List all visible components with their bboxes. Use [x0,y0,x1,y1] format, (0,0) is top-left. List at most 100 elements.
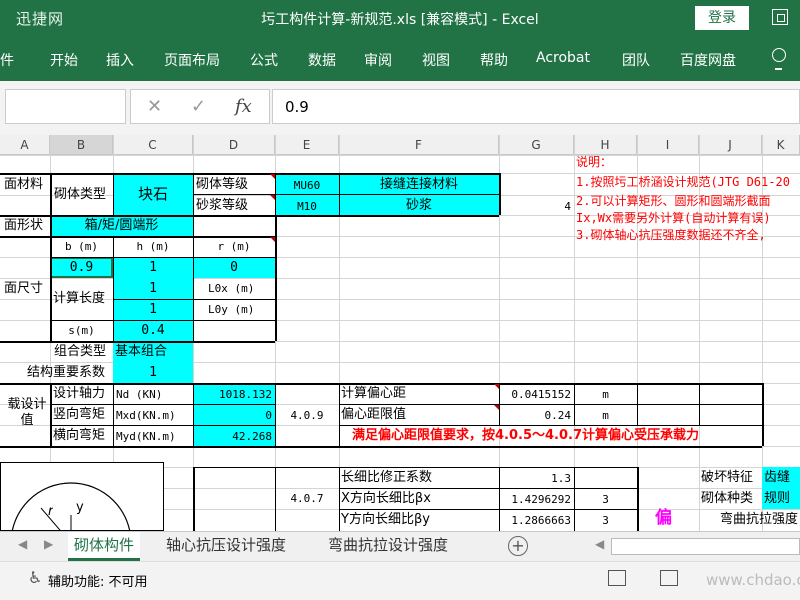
cell-h-value[interactable]: 1 [113,259,193,276]
cell-g3[interactable]: 4 [499,198,574,215]
comment-marker[interactable] [270,237,275,242]
hscroll-left-icon[interactable]: ◀ [595,537,604,551]
cell-beta-x[interactable]: X方向长细比βx [341,490,431,507]
col-header-i[interactable]: I [637,135,699,155]
cell-combo-type[interactable]: 组合类型 [54,343,106,360]
tab-file[interactable]: 件 [0,50,14,70]
cell-mat-label[interactable]: 面材料 [4,176,43,193]
fx-icon[interactable]: fx [235,96,252,117]
cell-joint-material[interactable]: 接缝连接材料 [339,176,499,193]
cell-l0y-label[interactable]: L0y (m) [208,301,254,318]
cell-myd-value[interactable]: 42.268 [193,428,275,445]
cell-nd-value[interactable]: 1018.132 [193,386,275,403]
add-sheet-icon[interactable]: + [508,536,528,556]
cell-fail-feature[interactable]: 破坏特征 [701,469,753,486]
cell-ecc-ok[interactable]: 满足偏心距限值要求，按4.0.5～4.0.7计算偏心受压承载力 [352,427,699,444]
tab-insert[interactable]: 插入 [106,50,134,70]
cell-beta-x-n[interactable]: 3 [574,491,637,508]
page-layout-icon[interactable] [660,570,678,586]
tab-baidu[interactable]: 百度网盘 [680,50,736,70]
sheet-tab-axial[interactable]: 轴心抗压设计强度 [160,532,292,561]
cell-ecc-limit-value[interactable]: 0.24 [499,407,574,424]
cell-beta-y[interactable]: Y方向长细比βy [341,511,430,528]
comment-marker[interactable] [494,405,499,410]
col-header-j[interactable]: J [699,135,762,155]
cell-combo-value[interactable]: 基本组合 [115,343,167,360]
tab-data[interactable]: 数据 [308,50,336,70]
cell-m10[interactable]: M10 [275,198,339,215]
col-header-e[interactable]: E [275,135,339,155]
formula-input[interactable]: 0.9 [272,89,800,124]
col-header-h[interactable]: H [574,135,637,155]
col-header-a[interactable]: A [0,135,50,155]
sheet-tab-masonry[interactable]: 砌体构件 [68,532,141,561]
cell-ecc-limit-unit[interactable]: m [574,407,637,424]
cell-masonry-grade[interactable]: 砌体等级 [196,176,248,193]
comment-marker[interactable] [270,195,275,200]
cell-nd[interactable]: Nd (KN) [116,386,162,403]
cell-slender-value[interactable]: 1.3 [499,470,574,487]
cell-mxd[interactable]: Mxd(KN.m) [116,407,176,424]
cell-fail-value[interactable]: 齿缝 [764,469,790,486]
restore-icon[interactable] [772,9,788,25]
tab-home[interactable]: 开始 [50,50,78,70]
cell-calc-length[interactable]: 计算长度 [53,290,105,307]
cell-clause-407[interactable]: 4.0.7 [275,490,339,507]
col-header-f[interactable]: F [339,135,499,155]
col-header-b[interactable]: B [50,135,113,155]
cell-l0x-value[interactable]: 1 [113,280,193,297]
scroll-left-icon[interactable]: ◀ [18,537,27,551]
cell-rule[interactable]: 规则 [764,490,790,507]
tab-acrobat[interactable]: Acrobat [536,50,590,66]
cell-load-label[interactable]: 载设计值 [4,397,50,429]
cell-axial[interactable]: 设计轴力 [53,385,105,402]
enter-icon[interactable]: ✓ [191,96,206,117]
cell-beta-y-n[interactable]: 3 [574,512,637,529]
col-header-c[interactable]: C [113,135,193,155]
status-accessibility[interactable]: 辅助功能: 不可用 [48,571,148,590]
cell-vert-moment[interactable]: 竖向弯矩 [53,406,105,423]
scroll-right-icon[interactable]: ▶ [44,537,53,551]
cell-mxd-value[interactable]: 0 [193,407,275,424]
cell-h-header[interactable]: h (m) [113,238,193,255]
tab-team[interactable]: 团队 [622,50,650,70]
col-header-d[interactable]: D [193,135,275,155]
cell-beta-x-value[interactable]: 1.4296292 [499,491,574,508]
login-button[interactable]: 登录 [695,6,749,30]
cell-r-value[interactable]: 0 [193,259,275,276]
cell-l0x-label[interactable]: L0x (m) [208,280,254,297]
cell-b-header[interactable]: b (m) [50,238,113,255]
cell-flex-strength[interactable]: 弯曲抗拉强度 [720,511,798,528]
cell-beta-y-value[interactable]: 1.2866663 [499,512,574,529]
cell-mu60[interactable]: MU60 [275,177,339,194]
cell-horiz-moment[interactable]: 横向弯矩 [53,427,105,444]
cell-ecc-unit[interactable]: m [574,386,637,403]
cell-block[interactable]: 块石 [113,186,193,203]
tab-view[interactable]: 视图 [422,50,450,70]
cell-s-label[interactable]: s(m) [50,322,113,339]
cell-ecc-value[interactable]: 0.0415152 [499,386,574,403]
cell-myd[interactable]: Myd(KN.m) [116,428,176,445]
cell-dim-label[interactable]: 面尺寸 [4,280,43,297]
cell-importance[interactable]: 结构重要系数 [27,364,105,381]
worksheet-grid[interactable]: A B C D E F G H I J K 面材料 砌体类型 块石 砌体等级 M… [0,135,800,531]
col-header-g[interactable]: G [499,135,574,155]
cell-masonry-kind[interactable]: 砌体种类 [701,490,753,507]
cell-shape-value[interactable]: 箱/矩/圆端形 [50,217,193,234]
cell-s-value[interactable]: 0.4 [113,322,193,339]
tab-help[interactable]: 帮助 [480,50,508,70]
cell-ecc[interactable]: 计算偏心距 [341,385,406,402]
tab-review[interactable]: 审阅 [364,50,392,70]
comment-marker[interactable] [270,174,275,179]
cell-r-header[interactable]: r (m) [193,238,275,255]
cell-mortar-grade[interactable]: 砂浆等级 [196,197,248,214]
horizontal-scrollbar[interactable] [611,538,800,555]
comment-marker[interactable] [494,384,499,389]
col-header-k[interactable]: K [762,135,800,155]
cell-importance-value[interactable]: 1 [113,364,193,381]
cell-clause-409[interactable]: 4.0.9 [275,407,339,424]
cell-ecc-limit[interactable]: 偏心距限值 [341,406,406,423]
cell-b-value-selected[interactable]: 0.9 [50,257,113,278]
tab-formulas[interactable]: 公式 [250,50,278,70]
cancel-icon[interactable]: ✕ [147,96,162,117]
